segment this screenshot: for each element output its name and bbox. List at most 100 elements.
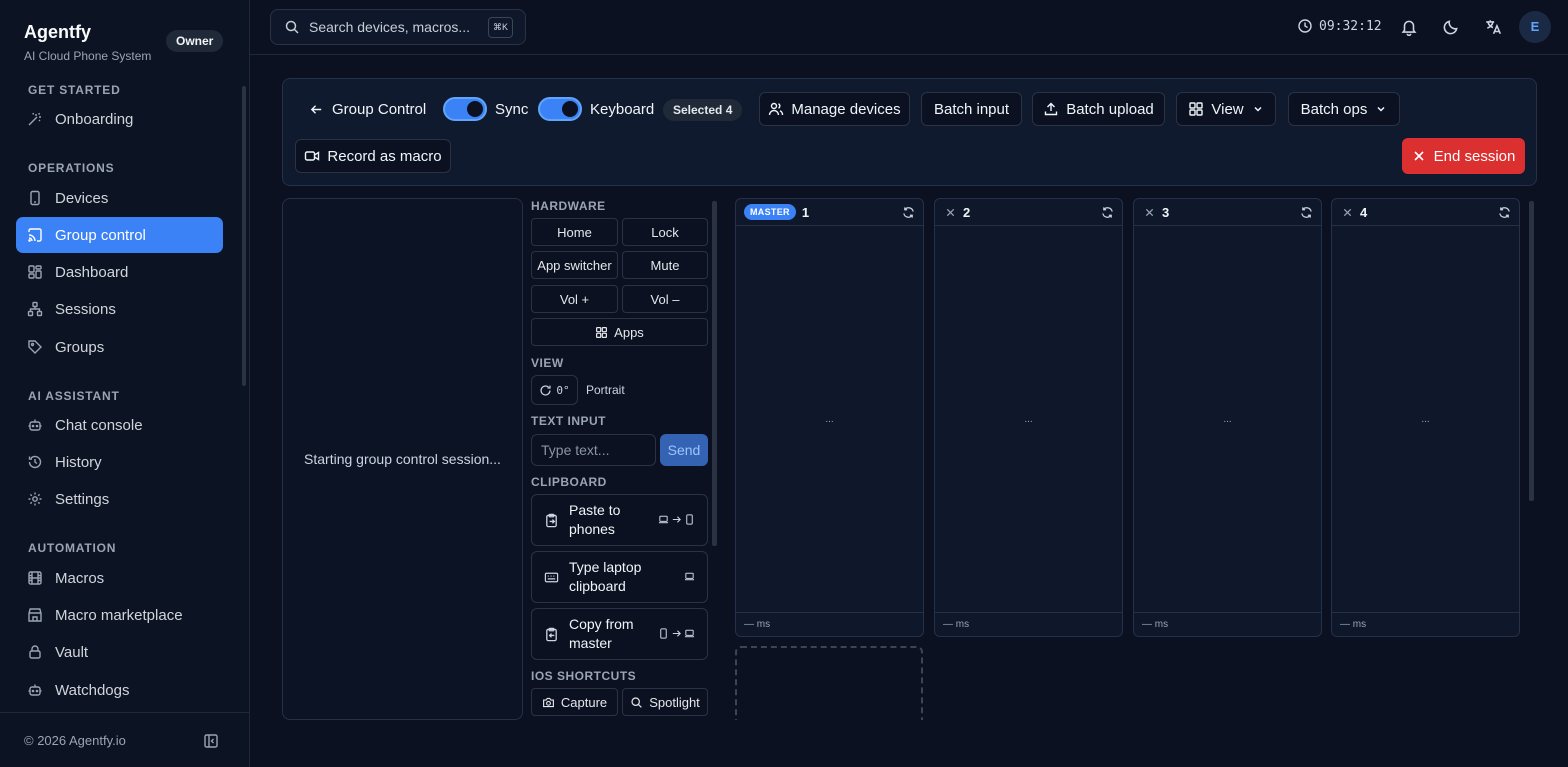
volume-down-button[interactable]: Vol – xyxy=(622,285,708,313)
sidebar-item-watchdogs[interactable]: Watchdogs xyxy=(16,672,223,708)
sidebar-item-devices[interactable]: Devices xyxy=(16,180,223,216)
section-automation: AUTOMATION xyxy=(28,541,117,555)
moon-icon[interactable] xyxy=(1442,18,1460,36)
main-scrollbar[interactable] xyxy=(1529,201,1534,501)
smartphone-icon xyxy=(686,514,693,525)
translate-icon[interactable] xyxy=(1484,18,1502,36)
arrow-left-icon xyxy=(310,105,322,114)
device-tile-header: MASTER 1 xyxy=(736,199,923,226)
close-icon[interactable] xyxy=(1144,207,1155,218)
sidebar-item-settings[interactable]: Settings xyxy=(16,481,223,517)
sidebar-item-groups[interactable]: Groups xyxy=(16,329,223,365)
sync-toggle[interactable] xyxy=(443,97,487,121)
refresh-icon[interactable] xyxy=(902,206,915,219)
avatar[interactable]: E xyxy=(1519,11,1551,43)
text-input-field[interactable] xyxy=(531,434,656,466)
lock-button[interactable]: Lock xyxy=(622,218,708,246)
device-screen[interactable]: ... xyxy=(935,226,1122,612)
batch-ops-label: Batch ops xyxy=(1300,100,1368,118)
control-panel: HARDWARE Home Lock App switcher Mute Vol… xyxy=(531,198,719,720)
sidebar-item-label: Groups xyxy=(55,338,105,356)
sidebar-item-chat-console[interactable]: Chat console xyxy=(16,407,223,443)
cast-icon xyxy=(28,228,42,242)
capture-button[interactable]: Capture xyxy=(531,688,618,716)
volume-up-button[interactable]: Vol + xyxy=(531,285,618,313)
record-macro-label: Record as macro xyxy=(327,147,442,165)
sidebar-item-onboarding[interactable]: Onboarding xyxy=(16,101,223,137)
device-screen[interactable]: ... xyxy=(736,226,923,612)
rotation-value: 0° xyxy=(556,383,570,397)
close-icon[interactable] xyxy=(945,207,956,218)
clipboard-paste-icon xyxy=(546,513,557,527)
master-preview: Starting group control session... xyxy=(282,198,523,720)
sync-label: Sync xyxy=(495,101,529,118)
apps-button[interactable]: Apps xyxy=(531,318,708,346)
keyboard-label: Keyboard xyxy=(590,101,655,118)
clipboard-heading: CLIPBOARD xyxy=(531,475,607,489)
sidebar-item-label: Devices xyxy=(55,189,109,207)
search-input[interactable]: Search devices, macros... ⌘K xyxy=(270,9,526,45)
device-tile-4[interactable]: 4 ... — ms xyxy=(1331,198,1520,637)
copyright: © 2026 Agentfy.io xyxy=(24,733,126,748)
panel-scrollbar[interactable] xyxy=(712,201,717,546)
view-label: View xyxy=(1211,100,1244,118)
send-button[interactable]: Send xyxy=(660,434,708,466)
device-tile-header: 4 xyxy=(1332,199,1519,226)
sidebar-item-dashboard[interactable]: Dashboard xyxy=(16,254,223,290)
sidebar: Agentfy AI Cloud Phone System Owner GET … xyxy=(0,0,250,767)
device-screen[interactable]: ... xyxy=(1134,226,1321,612)
history-icon xyxy=(28,455,42,469)
sidebar-item-group-control[interactable]: Group control xyxy=(16,217,223,253)
device-tile-1[interactable]: MASTER 1 ... — ms xyxy=(735,198,924,637)
search-icon xyxy=(285,20,299,34)
brand-subtitle: AI Cloud Phone System xyxy=(24,49,152,63)
refresh-icon[interactable] xyxy=(1101,206,1114,219)
type-laptop-clipboard-label: Type laptop clipboard xyxy=(569,559,642,594)
manage-devices-button[interactable]: Manage devices xyxy=(759,92,910,126)
sidebar-footer: © 2026 Agentfy.io xyxy=(0,712,249,767)
end-session-button[interactable]: End session xyxy=(1402,138,1525,174)
sidebar-item-history[interactable]: History xyxy=(16,444,223,480)
device-tile-3[interactable]: 3 ... — ms xyxy=(1133,198,1322,637)
end-session-label: End session xyxy=(1433,147,1516,165)
close-icon xyxy=(1414,151,1424,161)
refresh-icon[interactable] xyxy=(1498,206,1511,219)
paste-to-phones-button[interactable]: Paste to phones xyxy=(531,494,708,546)
bell-icon[interactable] xyxy=(1400,18,1418,36)
refresh-icon[interactable] xyxy=(1300,206,1313,219)
sidebar-item-label: Watchdogs xyxy=(55,681,130,699)
smartphone-icon xyxy=(660,628,667,639)
keyboard-icon xyxy=(544,572,559,582)
spotlight-button[interactable]: Spotlight xyxy=(622,688,708,716)
device-number: 4 xyxy=(1360,204,1368,220)
sidebar-item-macros[interactable]: Macros xyxy=(16,560,223,596)
home-button[interactable]: Home xyxy=(531,218,618,246)
device-number: 3 xyxy=(1162,204,1170,220)
record-macro-button[interactable]: Record as macro xyxy=(295,139,451,173)
device-latency: — ms xyxy=(1134,612,1321,636)
back-button[interactable]: Group Control xyxy=(309,101,426,118)
master-badge: MASTER xyxy=(744,204,796,220)
sidebar-item-sessions[interactable]: Sessions xyxy=(16,291,223,327)
close-icon[interactable] xyxy=(1342,207,1353,218)
view-dropdown[interactable]: View xyxy=(1176,92,1276,126)
device-screen[interactable]: ... xyxy=(1332,226,1519,612)
app-switcher-button[interactable]: App switcher xyxy=(531,251,618,279)
rotate-button[interactable]: 0° xyxy=(531,375,578,405)
bot-icon xyxy=(28,684,42,696)
arrow-right-icon xyxy=(672,630,681,637)
ios-shortcuts-heading: IOS SHORTCUTS xyxy=(531,669,637,683)
type-laptop-clipboard-button[interactable]: Type laptop clipboard xyxy=(531,551,708,603)
mute-button[interactable]: Mute xyxy=(622,251,708,279)
sidebar-scrollbar[interactable] xyxy=(242,86,246,386)
batch-upload-button[interactable]: Batch upload xyxy=(1032,92,1165,126)
copy-from-master-button[interactable]: Copy from master xyxy=(531,608,708,660)
content-bottom-mask xyxy=(282,720,1568,767)
batch-ops-dropdown[interactable]: Batch ops xyxy=(1288,92,1400,126)
sidebar-item-vault[interactable]: Vault xyxy=(16,634,223,670)
batch-input-button[interactable]: Batch input xyxy=(921,92,1022,126)
keyboard-toggle[interactable] xyxy=(538,97,582,121)
device-tile-2[interactable]: 2 ... — ms xyxy=(934,198,1123,637)
sidebar-collapse-icon[interactable] xyxy=(203,733,219,749)
sidebar-item-macro-marketplace[interactable]: Macro marketplace xyxy=(16,597,223,633)
